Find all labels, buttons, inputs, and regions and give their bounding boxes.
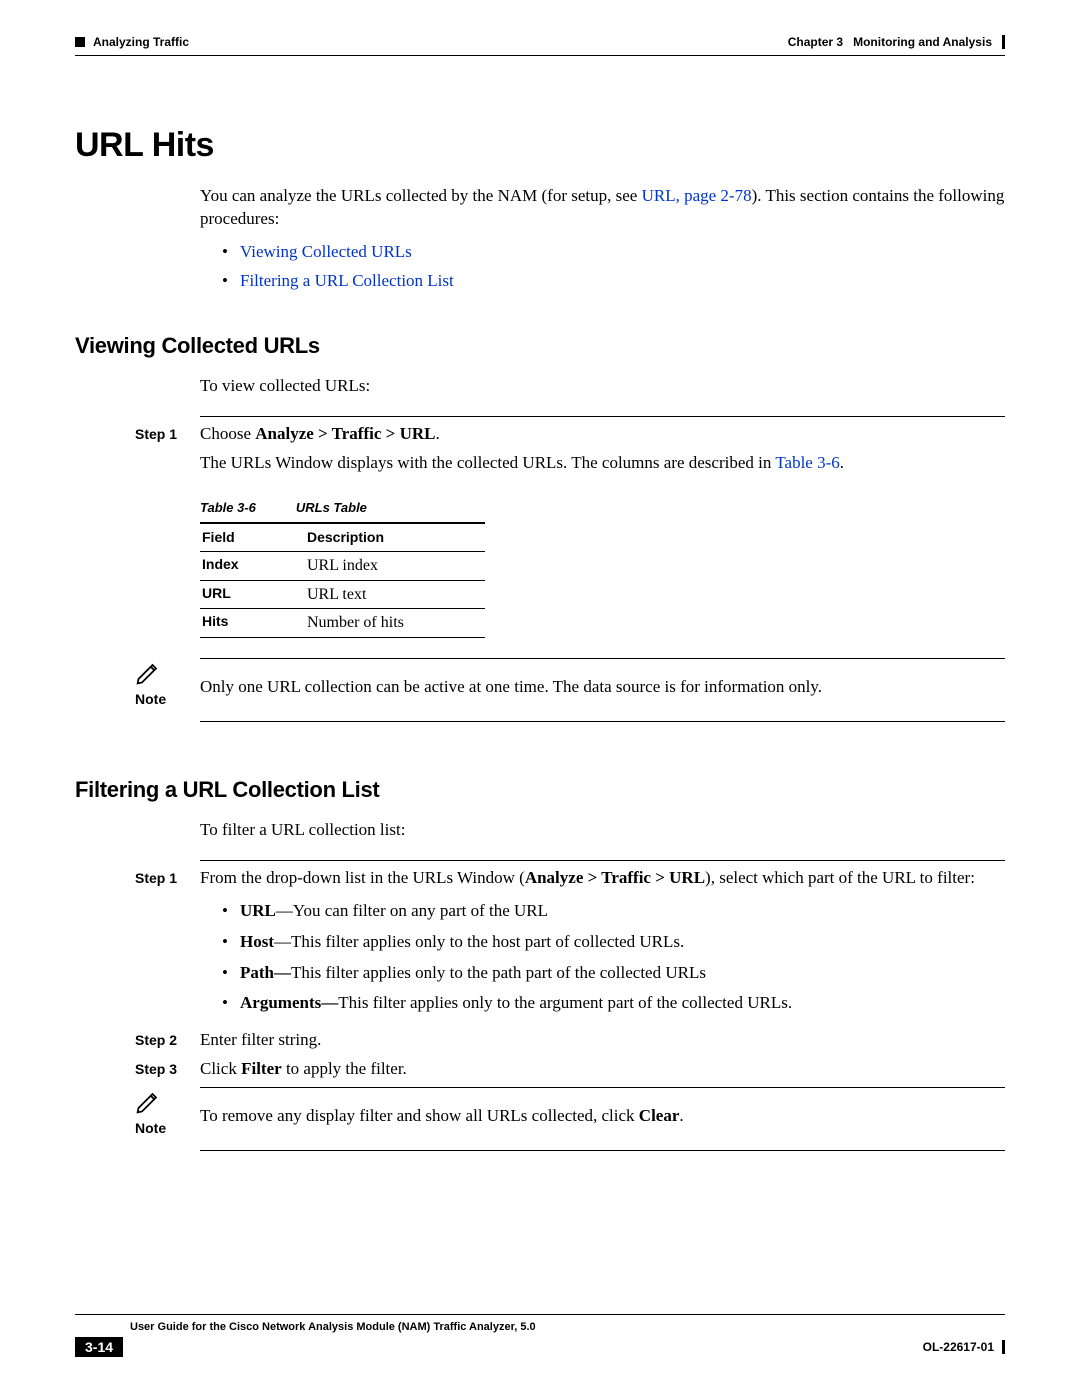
pencil-icon bbox=[135, 1087, 163, 1115]
doc-id: OL-22617-01 bbox=[923, 1340, 1005, 1354]
header-chapter-title: Monitoring and Analysis bbox=[853, 35, 992, 49]
cell-field: URL bbox=[200, 580, 305, 609]
filter-button-name: Filter bbox=[241, 1059, 282, 1078]
step1-desc-pre: The URLs Window displays with the collec… bbox=[200, 453, 775, 472]
table-caption: Table 3-6 URLs Table bbox=[200, 499, 1005, 517]
header-square-icon bbox=[75, 37, 85, 47]
opt-path-rest: This filter applies only to the path par… bbox=[291, 963, 706, 982]
cell-desc: Number of hits bbox=[305, 609, 485, 638]
section1-intro: To view collected URLs: bbox=[200, 375, 1005, 398]
section1-step1: Step 1 Choose Analyze > Traffic > URL. T… bbox=[75, 423, 1005, 638]
th-field: Field bbox=[200, 523, 305, 551]
section2-intro-text: To filter a URL collection list: bbox=[200, 819, 1005, 842]
section2-step2: Step 2 Enter filter string. bbox=[75, 1029, 1005, 1052]
s2-step1-menu-path: Analyze > Traffic > URL bbox=[525, 868, 705, 887]
running-header: Analyzing Traffic Chapter 3 Monitoring a… bbox=[75, 35, 1005, 49]
header-rule bbox=[75, 55, 1005, 56]
step1-menu-path: Analyze > Traffic > URL bbox=[255, 424, 435, 443]
note2-post: . bbox=[679, 1106, 683, 1125]
note-label: Note bbox=[135, 1120, 200, 1136]
note-rule-bottom bbox=[200, 721, 1005, 722]
s2-step1-pre: From the drop-down list in the URLs Wind… bbox=[200, 868, 525, 887]
running-header-left: Analyzing Traffic bbox=[75, 35, 189, 49]
table-row: Hits Number of hits bbox=[200, 609, 485, 638]
opt-url: URL bbox=[240, 901, 276, 920]
urls-table: Field Description Index URL index URL UR… bbox=[200, 522, 485, 638]
opt-path: Path— bbox=[240, 963, 291, 982]
s2-step3-post: to apply the filter. bbox=[282, 1059, 407, 1078]
footer-guide-title: User Guide for the Cisco Network Analysi… bbox=[130, 1321, 1005, 1333]
list-item: URL—You can filter on any part of the UR… bbox=[240, 900, 1005, 923]
note-block: Note To remove any display filter and sh… bbox=[75, 1087, 1005, 1151]
header-chapter: Chapter 3 bbox=[788, 35, 843, 49]
note-rule-top bbox=[200, 1087, 1005, 1088]
clear-button-name: Clear bbox=[639, 1106, 680, 1125]
section-heading-filtering: Filtering a URL Collection List bbox=[75, 777, 1005, 803]
note-block: Note Only one URL collection can be acti… bbox=[75, 658, 1005, 722]
step-label: Step 1 bbox=[75, 423, 200, 638]
section2-intro: To filter a URL collection list: bbox=[200, 819, 1005, 842]
pencil-icon bbox=[135, 658, 163, 686]
list-item: Path—This filter applies only to the pat… bbox=[240, 962, 1005, 985]
section-heading-viewing: Viewing Collected URLs bbox=[75, 333, 1005, 359]
cell-field: Index bbox=[200, 552, 305, 581]
note-rule-top bbox=[200, 658, 1005, 659]
filter-options-list: URL—You can filter on any part of the UR… bbox=[200, 900, 1005, 1016]
link-filtering-url-collection[interactable]: Filtering a URL Collection List bbox=[240, 271, 454, 290]
intro-text-pre: You can analyze the URLs collected by th… bbox=[200, 186, 642, 205]
cell-desc: URL index bbox=[305, 552, 485, 581]
table-xref-link[interactable]: Table 3-6 bbox=[775, 453, 839, 472]
opt-arguments-rest: This filter applies only to the argument… bbox=[338, 993, 792, 1012]
cell-desc: URL text bbox=[305, 580, 485, 609]
procedure-rule bbox=[200, 416, 1005, 417]
opt-host: Host bbox=[240, 932, 274, 951]
footer-rule bbox=[75, 1314, 1005, 1315]
running-header-right: Chapter 3 Monitoring and Analysis bbox=[788, 35, 1005, 49]
page-number: 3-14 bbox=[75, 1337, 123, 1357]
step-label: Step 2 bbox=[75, 1029, 200, 1052]
s2-step1-post: ), select which part of the URL to filte… bbox=[705, 868, 975, 887]
table-caption-name: URLs Table bbox=[296, 500, 367, 515]
step1-desc-post: . bbox=[840, 453, 844, 472]
th-description: Description bbox=[305, 523, 485, 551]
procedure-links-list: Viewing Collected URLs Filtering a URL C… bbox=[200, 241, 1005, 293]
step-label: Step 1 bbox=[75, 867, 200, 1024]
cell-field: Hits bbox=[200, 609, 305, 638]
procedure-rule bbox=[200, 860, 1005, 861]
footer-bar-icon bbox=[1002, 1340, 1005, 1354]
opt-arguments: Arguments— bbox=[240, 993, 338, 1012]
step-label: Step 3 bbox=[75, 1058, 200, 1081]
section1-intro-text: To view collected URLs: bbox=[200, 375, 1005, 398]
header-section: Analyzing Traffic bbox=[93, 35, 189, 49]
intro-paragraph: You can analyze the URLs collected by th… bbox=[200, 185, 1005, 293]
note-rule-bottom bbox=[200, 1150, 1005, 1151]
step1-post: . bbox=[435, 424, 439, 443]
table-row: URL URL text bbox=[200, 580, 485, 609]
link-viewing-collected-urls[interactable]: Viewing Collected URLs bbox=[240, 242, 412, 261]
list-item: Arguments—This filter applies only to th… bbox=[240, 992, 1005, 1015]
table-caption-id: Table 3-6 bbox=[200, 500, 256, 515]
doc-id-text: OL-22617-01 bbox=[923, 1340, 994, 1354]
section2-step3: Step 3 Click Filter to apply the filter. bbox=[75, 1058, 1005, 1081]
opt-url-rest: —You can filter on any part of the URL bbox=[276, 901, 548, 920]
note-label: Note bbox=[135, 691, 200, 707]
intro-xref-link[interactable]: URL, page 2-78 bbox=[642, 186, 752, 205]
s2-step2-text: Enter filter string. bbox=[200, 1029, 1005, 1052]
page-footer: User Guide for the Cisco Network Analysi… bbox=[75, 1314, 1005, 1357]
step1-pre: Choose bbox=[200, 424, 255, 443]
page-title: URL Hits bbox=[75, 126, 1005, 165]
list-item: Host—This filter applies only to the hos… bbox=[240, 931, 1005, 954]
note-text: Only one URL collection can be active at… bbox=[200, 677, 1005, 697]
header-bar-icon bbox=[1002, 35, 1005, 49]
s2-step3-pre: Click bbox=[200, 1059, 241, 1078]
opt-host-rest: —This filter applies only to the host pa… bbox=[274, 932, 684, 951]
note2-pre: To remove any display filter and show al… bbox=[200, 1106, 639, 1125]
table-row: Index URL index bbox=[200, 552, 485, 581]
section2-step1: Step 1 From the drop-down list in the UR… bbox=[75, 867, 1005, 1024]
